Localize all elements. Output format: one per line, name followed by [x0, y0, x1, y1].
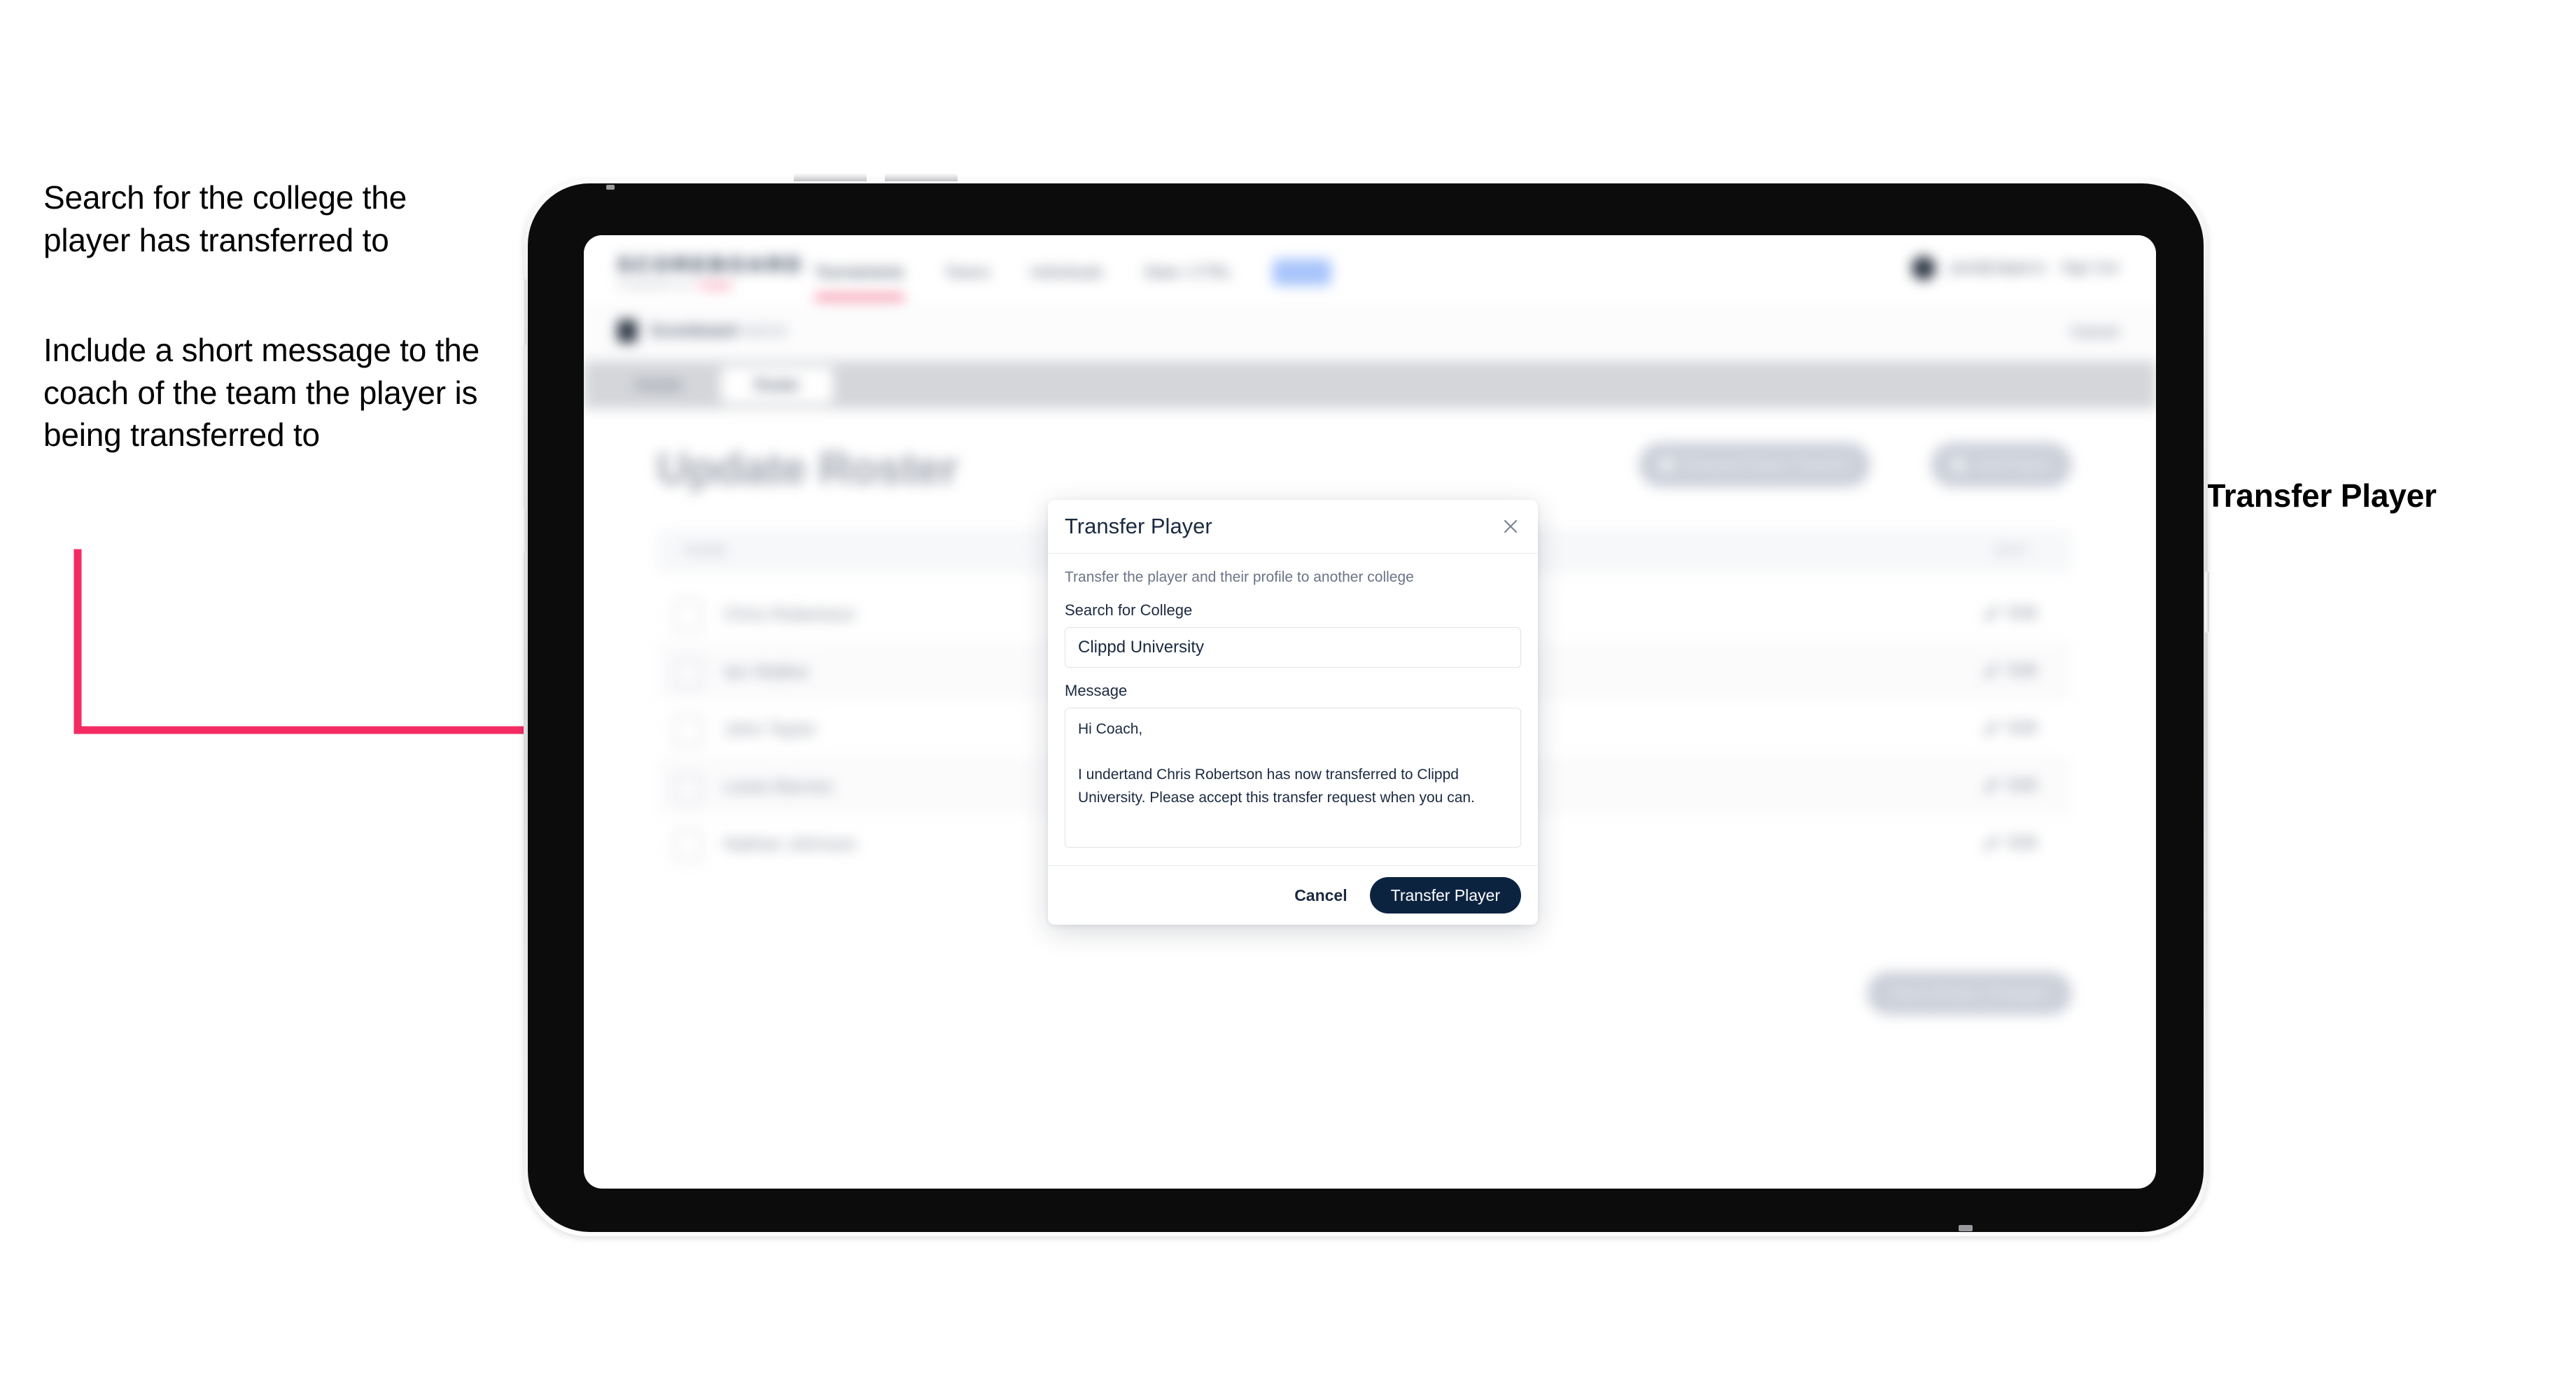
- row-edit-label: Edit: [2008, 718, 2037, 737]
- row-edit-button[interactable]: Edit: [1984, 603, 2037, 623]
- pencil-icon: [1984, 836, 1998, 850]
- nav-item-stats[interactable]: Stats / CTRL: [1144, 263, 1232, 281]
- annotation-left-search-college: Search for the college the player has tr…: [43, 179, 407, 258]
- transfer-icon: [1659, 458, 1674, 472]
- brand-sub-text: POWERED BY: [617, 280, 693, 290]
- row-checkbox[interactable]: [673, 715, 703, 746]
- college-field-label: Search for College: [1065, 601, 1193, 619]
- brand-name: SCOREBOARD: [617, 253, 804, 276]
- brand-sub-accent: clippd: [696, 280, 732, 290]
- row-edit-label: Edit: [2008, 833, 2037, 852]
- left-edge-button-2[interactable]: [522, 508, 526, 553]
- column-header-name: NAME: [685, 543, 728, 559]
- subbar-title-muted: Admin: [740, 321, 788, 340]
- request-player-transfer-button[interactable]: Request Player Transfer: [1638, 442, 1870, 487]
- transfer-player-submit-button[interactable]: Transfer Player: [1369, 877, 1521, 913]
- plus-icon: [1952, 458, 1966, 472]
- close-icon[interactable]: [1499, 514, 1522, 538]
- add-player-label: Add Player: [1975, 456, 2051, 473]
- subbar-title: Scoreboard Admin: [650, 321, 788, 341]
- brand-logo[interactable]: SCOREBOARD POWERED BY clippd: [617, 253, 804, 290]
- row-checkbox[interactable]: [673, 601, 703, 631]
- player-name: Lewis Barnes: [724, 776, 834, 797]
- volume-up-button[interactable]: [794, 173, 867, 181]
- app-subbar: Scoreboard Admin Cancel: [584, 306, 2156, 361]
- cancel-button[interactable]: Cancel: [1290, 886, 1351, 906]
- search-college-input[interactable]: [1065, 627, 1521, 668]
- nav-item-teams[interactable]: Teams: [944, 263, 990, 281]
- message-field-label: Message: [1065, 682, 1128, 699]
- avatar[interactable]: [1911, 256, 1935, 280]
- player-name: Nathan Johnson: [724, 833, 857, 854]
- bottom-port-dot: [1959, 1225, 1973, 1231]
- main-nav: Tournaments Teams Individuals Stats / CT…: [815, 259, 1331, 286]
- row-edit-label: Edit: [2008, 776, 2037, 794]
- row-edit-button[interactable]: Edit: [1984, 718, 2037, 738]
- row-checkbox[interactable]: [673, 830, 703, 861]
- player-name: Ian Walker: [724, 661, 811, 682]
- row-checkbox[interactable]: [673, 658, 703, 689]
- tab-details[interactable]: Details: [606, 367, 711, 403]
- transfer-player-dialog: Transfer Player Transfer the player and …: [1048, 500, 1538, 925]
- microphone-dot: [606, 185, 615, 190]
- screenshot-stage: Search for the college the player has tr…: [0, 0, 2576, 1386]
- header-user-email[interactable]: jack@clippd.io: [1951, 260, 2046, 276]
- message-textarea[interactable]: [1065, 708, 1521, 848]
- right-edge-button[interactable]: [2205, 571, 2209, 633]
- header-right-group: jack@clippd.io Sign Out: [1911, 256, 2118, 280]
- nav-badge-new[interactable]: New: [1272, 259, 1331, 286]
- dialog-footer: Cancel Transfer Player: [1048, 865, 1538, 925]
- app-header: SCOREBOARD POWERED BY clippd Tournaments…: [584, 235, 2156, 306]
- sign-out-link[interactable]: Sign Out: [2061, 260, 2118, 276]
- row-edit-button[interactable]: Edit: [1984, 776, 2037, 795]
- page-title: Update Roster: [657, 443, 958, 493]
- tab-roster[interactable]: Roster: [721, 367, 833, 403]
- subbar-cancel-action[interactable]: Cancel: [2071, 323, 2118, 341]
- pencil-icon: [1984, 664, 1998, 678]
- add-player-button[interactable]: Add Player: [1931, 442, 2072, 487]
- pencil-icon: [1984, 778, 1998, 793]
- dialog-body: Transfer the player and their profile to…: [1048, 554, 1538, 865]
- pencil-icon: [1984, 721, 1998, 736]
- dialog-description: Transfer the player and their profile to…: [1065, 569, 1414, 585]
- row-edit-label: Edit: [2008, 661, 2037, 680]
- row-edit-button[interactable]: Edit: [1984, 661, 2037, 680]
- left-edge-button-1[interactable]: [522, 279, 526, 346]
- nav-active-underline: [815, 295, 904, 299]
- save-roster-changes-button[interactable]: Save Roster Changes: [1866, 972, 2072, 1015]
- annotation-right-bold: Transfer Player: [2206, 477, 2437, 514]
- dialog-title: Transfer Player: [1065, 514, 1212, 538]
- dialog-header: Transfer Player: [1048, 500, 1538, 554]
- subbar-title-group: Scoreboard Admin: [617, 320, 788, 342]
- row-edit-label: Edit: [2008, 603, 2037, 622]
- section-tabbar: Details Roster: [584, 361, 2156, 409]
- row-checkbox[interactable]: [673, 773, 703, 804]
- annotation-left-include-message: Include a short message to the coach of …: [43, 332, 480, 454]
- player-name: Chris Robertson: [724, 603, 855, 624]
- column-header-edit: EDIT: [1995, 543, 2030, 559]
- row-edit-button[interactable]: Edit: [1984, 833, 2037, 853]
- subbar-title-main: Scoreboard: [650, 321, 737, 340]
- player-name: John Taylor: [724, 718, 817, 739]
- request-player-transfer-label: Request Player Transfer: [1683, 456, 1849, 473]
- nav-item-individuals[interactable]: Individuals: [1030, 263, 1103, 281]
- pencil-icon: [1984, 606, 1998, 621]
- volume-down-button[interactable]: [885, 173, 958, 181]
- scoreboard-icon: [617, 320, 637, 342]
- nav-item-tournaments[interactable]: Tournaments: [815, 263, 904, 281]
- brand-subtitle: POWERED BY clippd: [617, 280, 804, 290]
